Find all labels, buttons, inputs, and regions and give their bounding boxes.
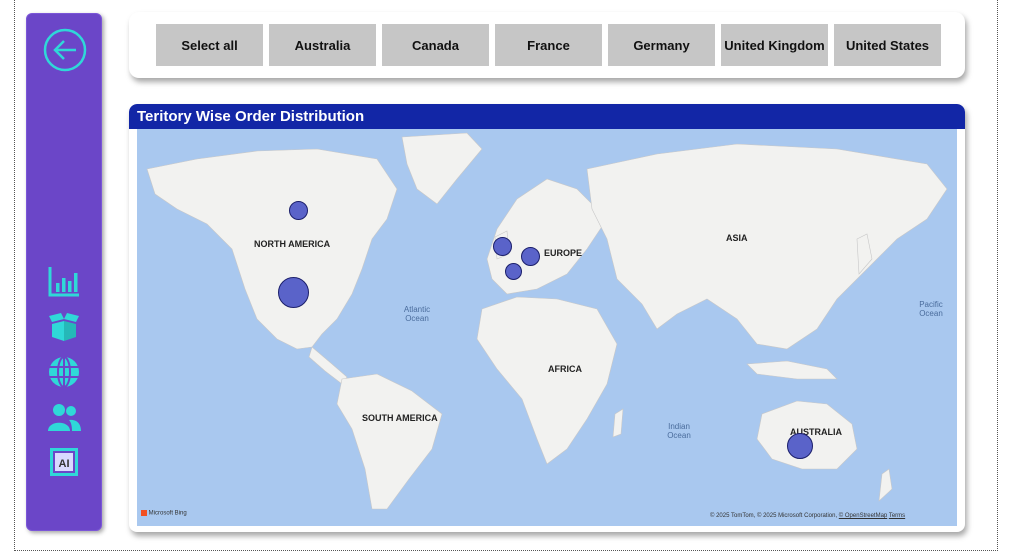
label-europe: EUROPE: [544, 248, 583, 258]
slicer-canada[interactable]: Canada: [382, 24, 489, 66]
label-africa: AFRICA: [548, 364, 582, 374]
label-atlantic-ocean: Atlantic Ocean: [403, 305, 431, 323]
box-icon[interactable]: [47, 310, 81, 344]
country-slicer: Select all Australia Canada France Germa…: [129, 12, 965, 78]
bubble-australia[interactable]: [787, 433, 813, 459]
map-attribution: © 2025 TomTom, © 2025 Microsoft Corporat…: [710, 513, 906, 519]
ai-icon[interactable]: AI: [47, 445, 81, 479]
svg-text:AI: AI: [59, 458, 70, 470]
slicer-france[interactable]: France: [495, 24, 602, 66]
world-map-landmass: [146, 132, 948, 510]
bubble-canada[interactable]: [289, 201, 308, 220]
label-asia: ASIA: [726, 233, 748, 243]
slicer-select-all[interactable]: Select all: [156, 24, 263, 66]
bubble-united-kingdom[interactable]: [493, 237, 512, 256]
bing-logo: Microsoft Bing: [141, 510, 187, 517]
globe-icon[interactable]: [47, 355, 81, 389]
world-map[interactable]: NORTH AMERICA EUROPE ASIA AFRICA SOUTH A…: [137, 129, 957, 526]
slicer-australia[interactable]: Australia: [269, 24, 376, 66]
label-indian-ocean: Indian Ocean: [667, 422, 691, 440]
slicer-united-kingdom[interactable]: United Kingdom: [721, 24, 828, 66]
bubble-france[interactable]: [505, 263, 522, 280]
back-arrow-icon[interactable]: [43, 28, 87, 72]
territory-map-card: Teritory Wise Order Distribution NORTH A…: [129, 104, 965, 532]
terms-link[interactable]: Terms: [889, 513, 905, 519]
users-icon[interactable]: [47, 400, 81, 434]
bubble-germany[interactable]: [521, 247, 540, 266]
sidebar: AI: [26, 13, 102, 531]
map-title: Teritory Wise Order Distribution: [129, 104, 965, 129]
label-south-america: SOUTH AMERICA: [362, 413, 438, 423]
bar-chart-icon[interactable]: [47, 264, 81, 298]
bubble-united-states[interactable]: [278, 277, 309, 308]
slicer-united-states[interactable]: United States: [834, 24, 941, 66]
label-pacific-ocean: Pacific Ocean: [919, 300, 943, 318]
label-north-america: NORTH AMERICA: [254, 239, 331, 249]
slicer-germany[interactable]: Germany: [608, 24, 715, 66]
openstreetmap-link[interactable]: © OpenStreetMap: [839, 513, 887, 519]
